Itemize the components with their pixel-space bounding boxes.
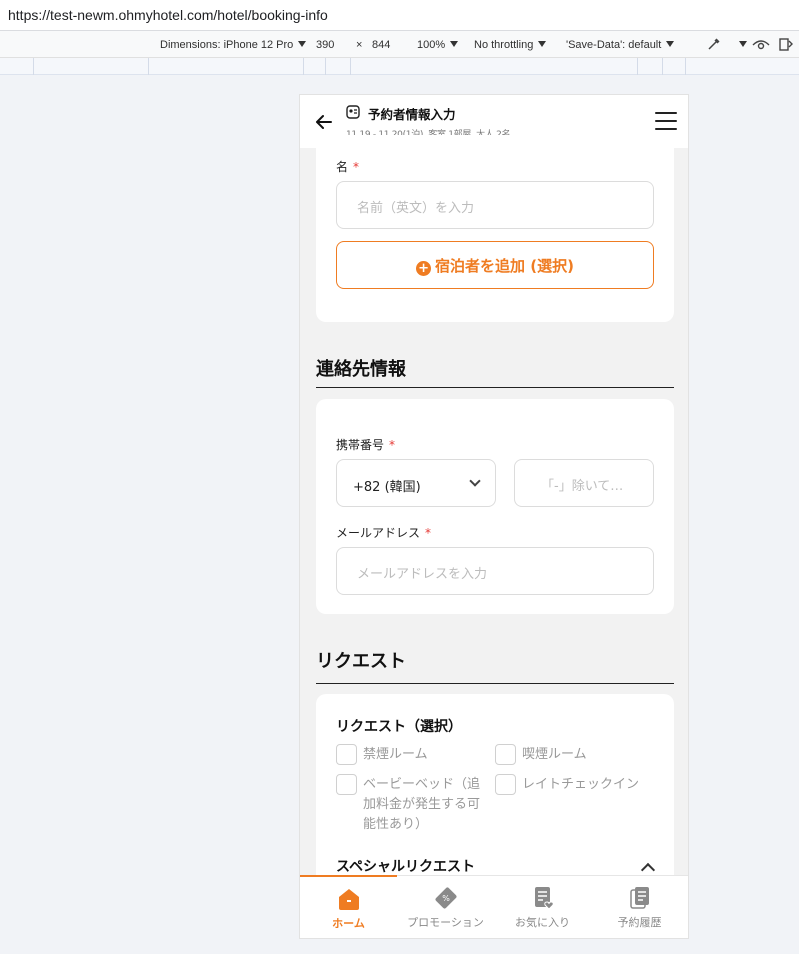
tab-label: プロモーション <box>407 916 484 929</box>
dropdown-arrow-icon <box>450 41 459 47</box>
ticket-icon: % <box>435 887 457 909</box>
save-data-dropdown[interactable]: 'Save-Data': default <box>566 39 675 51</box>
baby-bed-checkbox[interactable] <box>336 774 357 795</box>
dropdown-arrow-icon <box>666 41 675 47</box>
back-arrow-icon[interactable] <box>314 112 334 132</box>
width-input[interactable]: 390 <box>316 39 334 51</box>
booking-history-icon <box>630 887 649 909</box>
guest-info-card: 名 * 名前（英文）を入力 + 宿泊者を追加 (選択) <box>316 135 674 322</box>
rotate-icon[interactable] <box>778 36 794 55</box>
dropdown-arrow-icon <box>298 41 307 47</box>
page-title: 予約者情報入力 <box>368 107 456 122</box>
hamburger-menu-icon[interactable] <box>655 112 677 130</box>
country-code-select[interactable]: +82 (韓国) <box>336 459 496 507</box>
dropdown-arrow-icon <box>538 41 547 47</box>
more-dropdown[interactable] <box>734 39 747 51</box>
late-checkin-checkbox[interactable] <box>495 774 516 795</box>
throttling-dropdown[interactable]: No throttling <box>474 39 547 51</box>
favorites-list-icon <box>535 887 554 910</box>
first-name-label: 名 * <box>336 160 360 174</box>
tab-label: お気に入り <box>515 916 570 929</box>
dimensions-label: Dimensions: iPhone 12 Pro <box>160 39 294 51</box>
media-query-ruler <box>0 58 799 75</box>
dimensions-dropdown[interactable]: Dimensions: iPhone 12 Pro <box>160 39 307 51</box>
non-smoking-checkbox[interactable] <box>336 744 357 765</box>
contact-card: 携帯番号 * +82 (韓国) 「-」除いて… メールアドレス * メールアドレスを… <box>316 399 674 614</box>
address-bar[interactable]: https://test-newm.ohmyhotel.com/hotel/bo… <box>0 0 799 31</box>
eye-icon[interactable] <box>752 36 770 55</box>
request-card-title: リクエスト（選択） <box>336 719 462 735</box>
throttling-label: No throttling <box>474 39 534 51</box>
plus-circle-icon: + <box>416 261 432 276</box>
baby-bed-label: ベービーベッド（追 加料金が発生する可 能性あり） <box>363 777 481 832</box>
tab-label: 予約履歴 <box>617 916 662 929</box>
mobile-viewport: 予約者情報入力 11.19 - 11.20(1泊), 客室 1部屋, 大人 2名… <box>299 94 689 939</box>
request-section-title: リクエスト <box>316 651 406 672</box>
phone-input[interactable]: 「-」除いて… <box>514 459 654 507</box>
booking-form-icon <box>346 105 360 119</box>
bottom-tab-bar: ホーム % プロモーション お気に入り 予約履歴 <box>300 875 688 938</box>
late-checkin-label: レイトチェックイン <box>522 777 640 792</box>
country-code-value: +82 (韓国) <box>353 480 421 495</box>
tab-favorites[interactable]: お気に入り <box>494 876 591 938</box>
device-toolbar: Dimensions: iPhone 12 Pro 390 × 844 100%… <box>0 31 799 58</box>
phone-label: 携帯番号 * <box>336 438 396 452</box>
special-request-title: スペシャルリクエスト <box>336 859 476 875</box>
save-data-label: 'Save-Data': default <box>566 39 662 51</box>
tab-booking-history[interactable]: 予約履歴 <box>591 876 688 938</box>
dropdown-arrow-icon <box>739 41 747 47</box>
contact-section-title: 連絡先情報 <box>316 359 406 380</box>
tab-promotion[interactable]: % プロモーション <box>397 876 494 938</box>
url-text[interactable]: https://test-newm.ohmyhotel.com/hotel/bo… <box>8 7 328 23</box>
email-input[interactable]: メールアドレスを入力 <box>336 547 654 595</box>
height-input[interactable]: 844 <box>372 39 390 51</box>
smoking-checkbox[interactable] <box>495 744 516 765</box>
svg-text:%: % <box>442 894 450 903</box>
zoom-label: 100% <box>417 39 446 51</box>
email-label: メールアドレス * <box>336 526 432 540</box>
smoking-label: 喫煙ルーム <box>522 747 587 762</box>
eyedropper-icon[interactable] <box>706 36 722 55</box>
zoom-dropdown[interactable]: 100% <box>417 39 459 51</box>
tab-label: ホーム <box>332 917 365 930</box>
chevron-down-icon <box>469 475 481 487</box>
non-smoking-label: 禁煙ルーム <box>363 747 428 762</box>
first-name-input[interactable]: 名前（英文）を入力 <box>336 181 654 229</box>
times-sign: × <box>356 39 363 51</box>
add-guest-button[interactable]: + 宿泊者を追加 (選択) <box>336 241 654 289</box>
home-icon <box>339 889 359 910</box>
tab-home[interactable]: ホーム <box>300 875 397 938</box>
section-divider <box>316 683 674 684</box>
section-divider <box>316 387 674 388</box>
